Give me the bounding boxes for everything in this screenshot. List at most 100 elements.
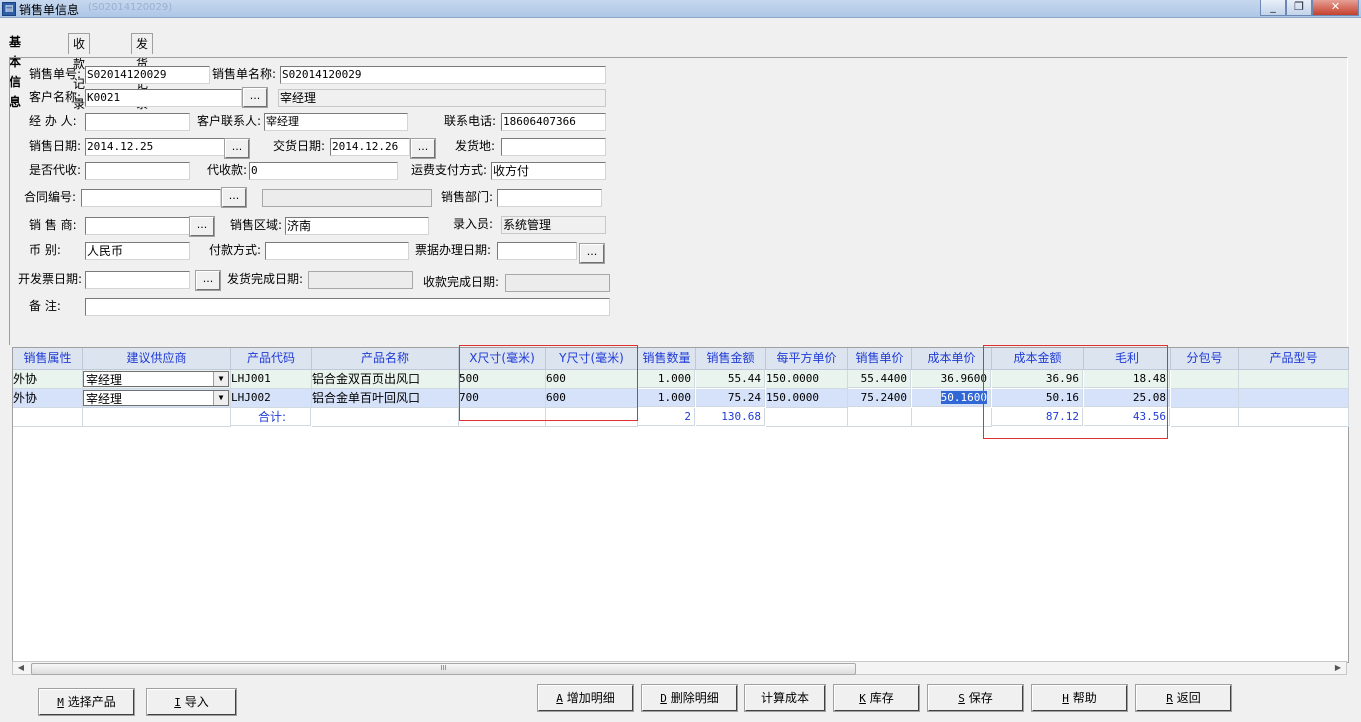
- proxy-field[interactable]: [85, 162, 190, 180]
- cell-y[interactable]: 600: [546, 389, 638, 408]
- cell-model[interactable]: [1239, 370, 1349, 389]
- col-header-code[interactable]: 产品代码: [231, 348, 312, 370]
- supplier-combo[interactable]: 宰经理 ▼: [83, 390, 229, 406]
- cell-attr[interactable]: 外协: [13, 370, 83, 389]
- cell-name[interactable]: 铝合金单百叶回风口: [312, 389, 459, 408]
- cell-supplier[interactable]: 宰经理 ▼: [83, 370, 231, 389]
- col-header-cost-amount[interactable]: 成本金额: [992, 348, 1084, 370]
- delete-detail-button[interactable]: D 删除明细: [641, 684, 738, 712]
- col-header-package[interactable]: 分包号: [1171, 348, 1239, 370]
- phone-field[interactable]: 18606407366: [501, 113, 606, 131]
- cell-model[interactable]: [1239, 389, 1349, 408]
- cell-cost-amount[interactable]: 50.16: [992, 389, 1083, 407]
- cell-x[interactable]: 500: [459, 370, 546, 389]
- tab-shipping-records[interactable]: 发货记录: [131, 33, 154, 111]
- col-header-qty[interactable]: 销售数量: [638, 348, 696, 370]
- order-no-field[interactable]: S02014120029: [85, 66, 210, 84]
- maximize-button[interactable]: ❐: [1286, 0, 1312, 16]
- cell-amount[interactable]: 75.24: [696, 389, 765, 407]
- cell-code[interactable]: LHJ001: [231, 370, 312, 389]
- order-name-field[interactable]: S02014120029: [280, 66, 606, 84]
- tab-payment-records[interactable]: 收款记录: [68, 33, 91, 111]
- cell-cost-price-selected[interactable]: 50.1600: [912, 389, 991, 407]
- col-header-amount[interactable]: 销售金额: [696, 348, 766, 370]
- bill-date-picker-button[interactable]: ...: [579, 243, 605, 264]
- contract-field[interactable]: [81, 189, 221, 207]
- cell-profit[interactable]: 18.48: [1084, 370, 1170, 388]
- cell-price[interactable]: 55.4400: [848, 370, 911, 388]
- cell-x[interactable]: 700: [459, 389, 546, 408]
- chevron-down-icon[interactable]: ▼: [213, 372, 228, 386]
- cell-qty[interactable]: 1.000: [638, 389, 695, 407]
- calc-cost-button[interactable]: 计算成本: [744, 684, 826, 712]
- invoice-date-picker-button[interactable]: ...: [195, 270, 221, 291]
- total-cost-amount: 87.12: [992, 408, 1083, 426]
- ship-from-field[interactable]: [501, 138, 606, 156]
- back-button[interactable]: R 返回: [1135, 684, 1232, 712]
- scroll-right-icon[interactable]: ▶: [1331, 662, 1345, 674]
- region-field[interactable]: 济南: [285, 217, 429, 235]
- delivery-date-picker-button[interactable]: ...: [410, 138, 436, 159]
- cell-price[interactable]: 75.2400: [848, 389, 911, 407]
- pay-method-field[interactable]: [265, 242, 409, 260]
- cell-supplier[interactable]: 宰经理 ▼: [83, 389, 231, 408]
- tab-basic-info[interactable]: 基本信息: [4, 31, 27, 109]
- cell-package[interactable]: [1171, 389, 1239, 408]
- col-header-name[interactable]: 产品名称: [312, 348, 459, 370]
- col-header-sqm-price[interactable]: 每平方单价: [766, 348, 848, 370]
- delivery-date-field[interactable]: 2014.12.26: [330, 138, 410, 156]
- cell-y[interactable]: 600: [546, 370, 638, 389]
- freight-field[interactable]: 收方付: [491, 162, 606, 180]
- cell-cost-amount[interactable]: 36.96: [992, 370, 1083, 388]
- help-button[interactable]: H 帮助: [1031, 684, 1128, 712]
- customer-field[interactable]: K0021: [85, 89, 242, 107]
- supplier-combo[interactable]: 宰经理 ▼: [83, 371, 229, 387]
- dept-field[interactable]: [497, 189, 602, 207]
- chevron-down-icon[interactable]: ▼: [213, 391, 228, 405]
- col-header-x-size[interactable]: X尺寸(毫米): [459, 348, 546, 370]
- note-field[interactable]: [85, 298, 610, 316]
- import-button[interactable]: I 导入: [146, 688, 237, 716]
- col-header-y-size[interactable]: Y尺寸(毫米): [546, 348, 638, 370]
- col-header-model[interactable]: 产品型号: [1239, 348, 1349, 370]
- cell-name[interactable]: 铝合金双百页出风口: [312, 370, 459, 389]
- total-empty: [1171, 408, 1239, 427]
- detail-grid[interactable]: 销售属性 建议供应商 产品代码 产品名称 X尺寸(毫米) Y尺寸(毫米) 销售数…: [12, 345, 1349, 663]
- supplier-value: 宰经理: [86, 392, 123, 406]
- currency-field[interactable]: 人民币: [85, 242, 190, 260]
- col-header-supplier[interactable]: 建议供应商: [83, 348, 231, 370]
- cell-package[interactable]: [1171, 370, 1239, 389]
- scroll-left-icon[interactable]: ◀: [14, 662, 28, 674]
- stock-button[interactable]: K 库存: [833, 684, 920, 712]
- col-header-profit[interactable]: 毛利: [1084, 348, 1171, 370]
- invoice-date-field[interactable]: [85, 271, 190, 289]
- col-header-attr[interactable]: 销售属性: [13, 348, 83, 370]
- customer-lookup-button[interactable]: ...: [242, 87, 268, 108]
- select-product-button[interactable]: M 选择产品: [38, 688, 135, 716]
- cell-code[interactable]: LHJ002: [231, 389, 312, 408]
- scroll-thumb[interactable]: III: [31, 663, 856, 675]
- cell-cost-price[interactable]: 36.9600: [912, 370, 991, 388]
- cell-qty[interactable]: 1.000: [638, 370, 695, 388]
- contract-lookup-button[interactable]: ...: [221, 187, 247, 208]
- horizontal-scrollbar[interactable]: ◀ III ▶: [12, 661, 1347, 675]
- contact-field[interactable]: 宰经理: [264, 113, 408, 131]
- seller-field[interactable]: [85, 217, 190, 235]
- col-header-price[interactable]: 销售单价: [848, 348, 912, 370]
- sale-date-field[interactable]: 2014.12.25: [85, 138, 225, 156]
- seller-lookup-button[interactable]: ...: [189, 216, 215, 237]
- proxy-amount-field[interactable]: 0: [249, 162, 398, 180]
- cell-attr[interactable]: 外协: [13, 389, 83, 408]
- close-button[interactable]: ✕: [1312, 0, 1359, 16]
- add-detail-button[interactable]: A 增加明细: [537, 684, 634, 712]
- sale-date-picker-button[interactable]: ...: [224, 138, 250, 159]
- col-header-cost-price[interactable]: 成本单价: [912, 348, 992, 370]
- handler-field[interactable]: [85, 113, 190, 131]
- cell-profit[interactable]: 25.08: [1084, 389, 1170, 407]
- cell-amount[interactable]: 55.44: [696, 370, 765, 388]
- minimize-button[interactable]: _: [1260, 0, 1286, 16]
- cell-sqm-price[interactable]: 150.0000: [766, 389, 848, 408]
- save-button[interactable]: S 保存: [927, 684, 1024, 712]
- bill-date-field[interactable]: [497, 242, 577, 260]
- cell-sqm-price[interactable]: 150.0000: [766, 370, 848, 389]
